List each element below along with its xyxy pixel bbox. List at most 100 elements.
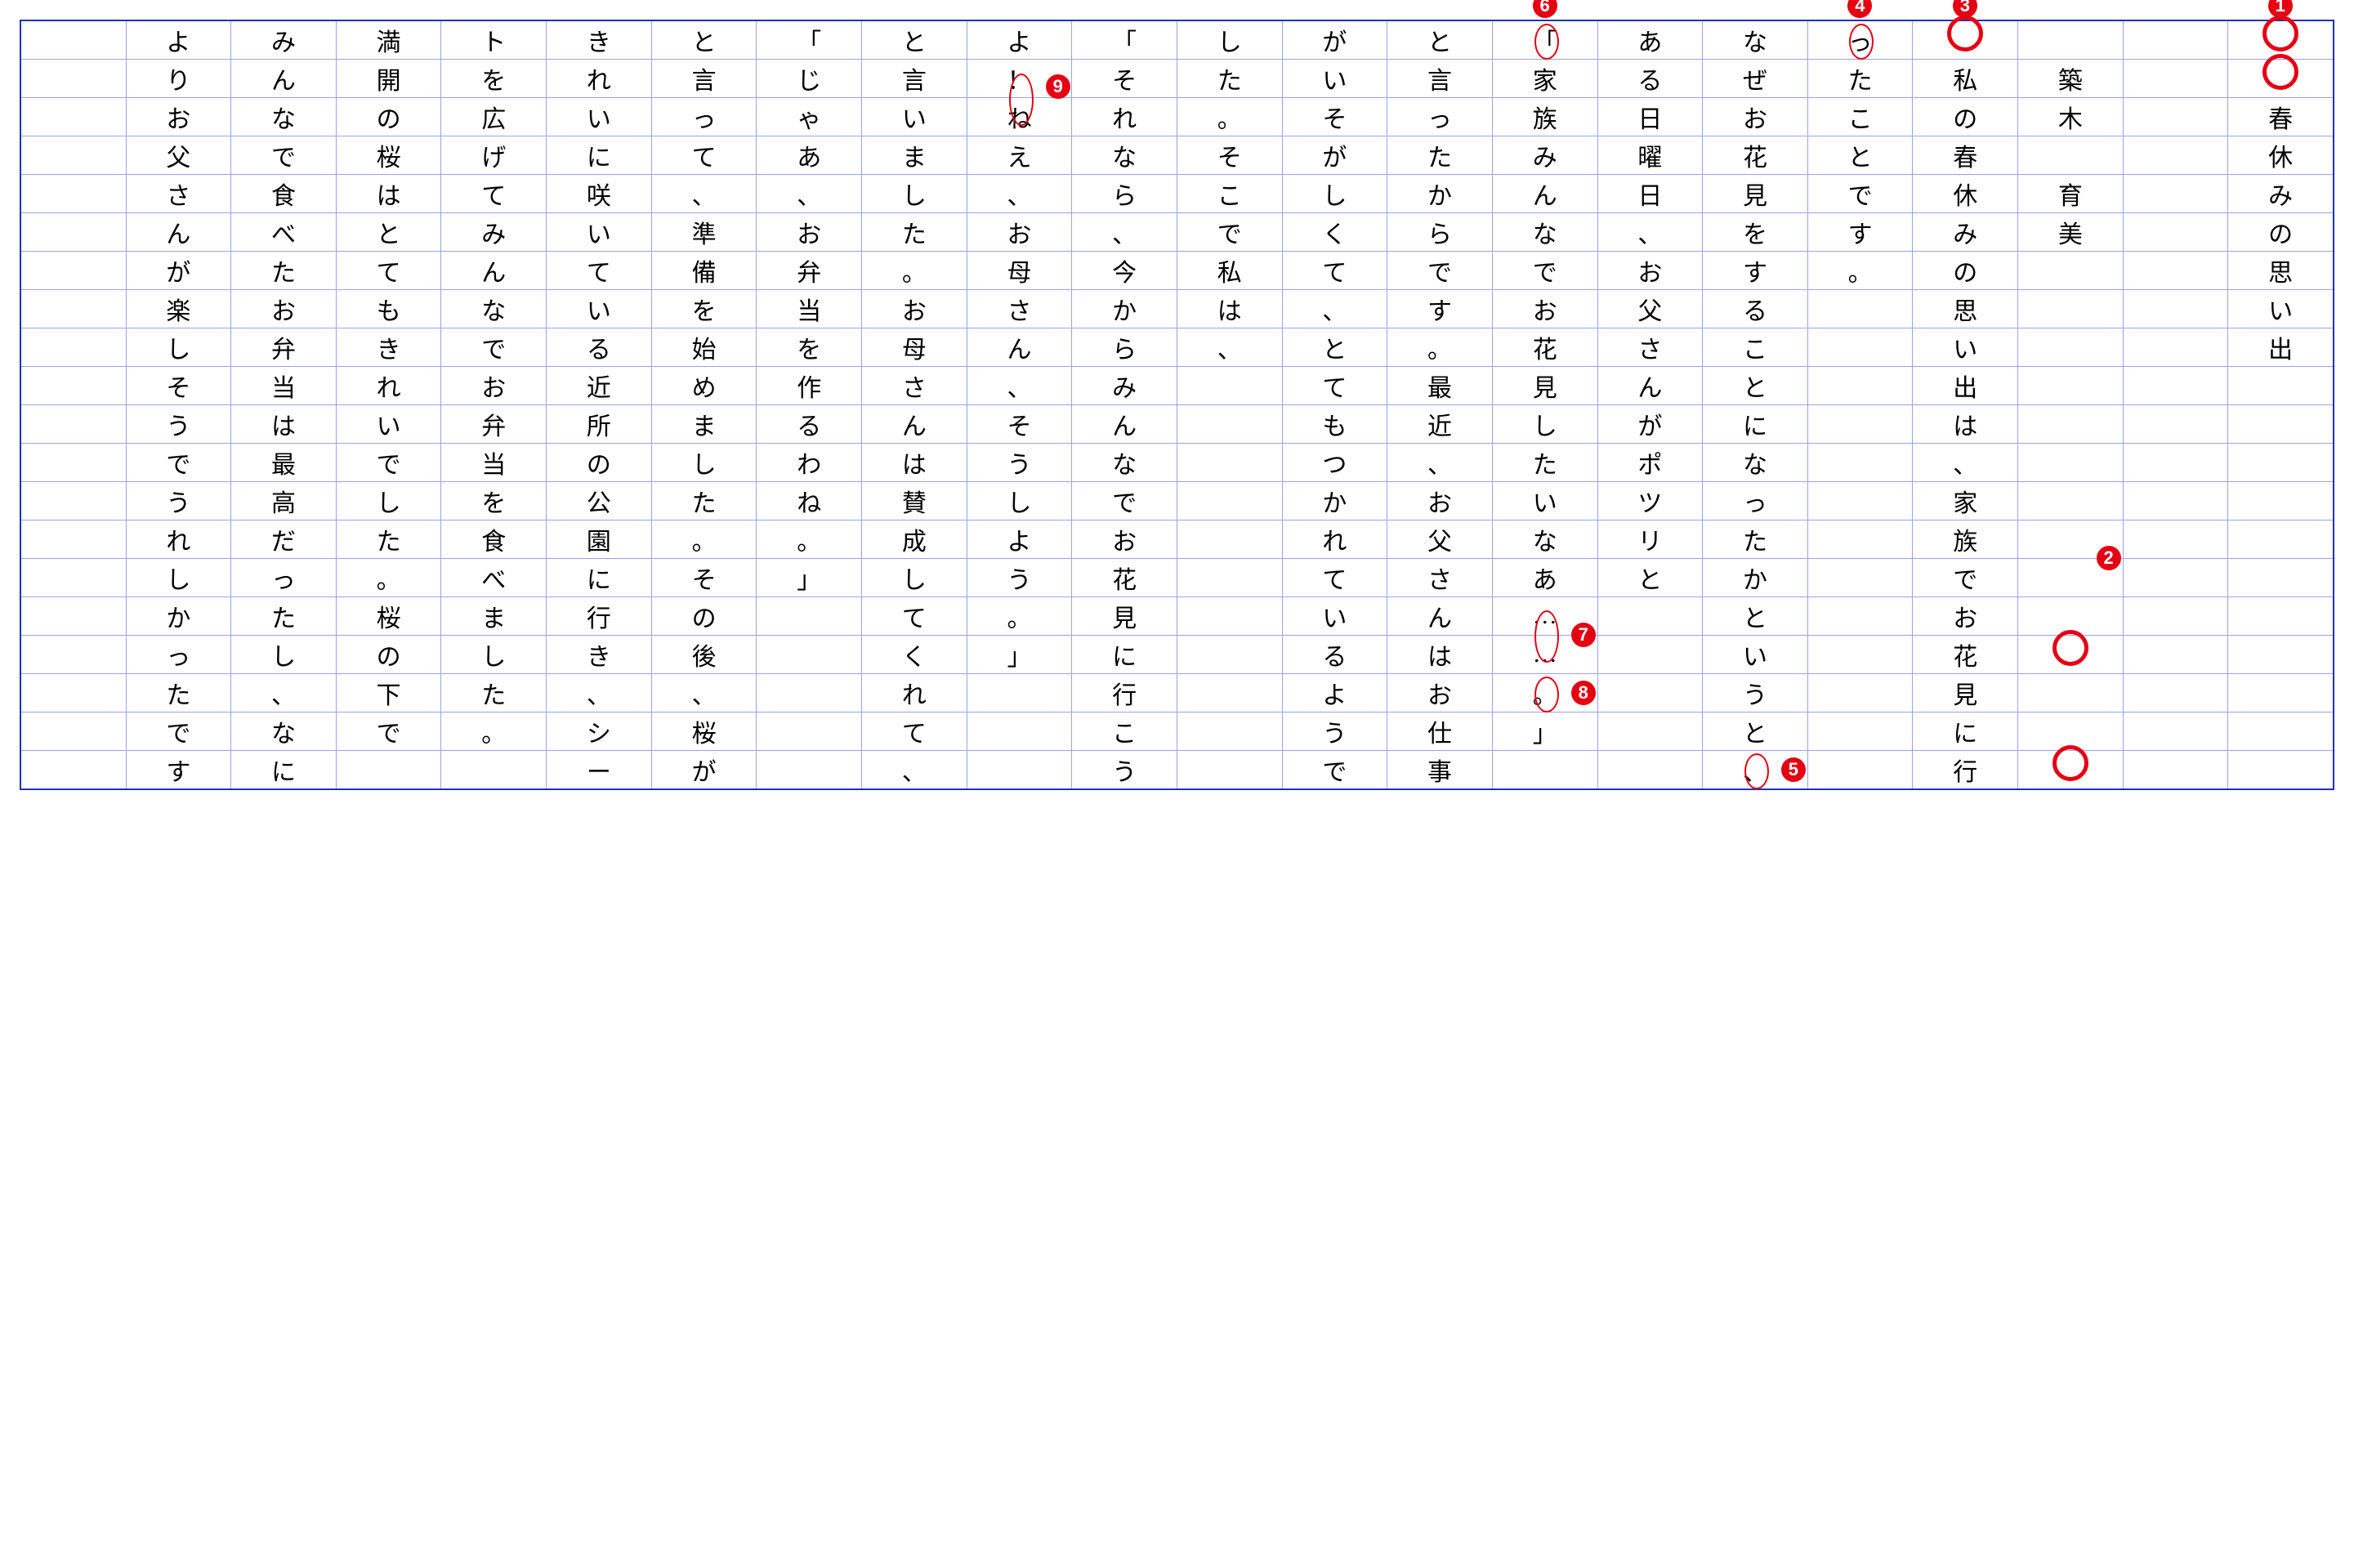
cell: さ — [1387, 559, 1492, 597]
cell: 弁 — [231, 328, 336, 367]
cell: 日 — [1598, 175, 1703, 213]
cell: 築 — [2018, 60, 2123, 98]
column: 「それなら、今からみんなでお花見に行こう — [1071, 21, 1177, 788]
cell: た — [1703, 520, 1807, 559]
cell: な — [1072, 136, 1177, 175]
cell: と — [1808, 136, 1913, 175]
cell: き — [547, 21, 651, 60]
cell: 花 — [1493, 328, 1597, 367]
cell — [2018, 252, 2123, 290]
cell: し — [652, 444, 757, 482]
cell: る — [1703, 290, 1807, 328]
cell: 日 — [1598, 98, 1703, 136]
cell: ん — [1072, 405, 1177, 444]
cell: ら — [1072, 175, 1177, 213]
cell: 行 — [547, 597, 651, 636]
cell: ん — [967, 328, 1072, 367]
cell: 近 — [547, 367, 651, 405]
cell: 思 — [2228, 252, 2333, 290]
cell — [1177, 636, 1282, 674]
cell: か — [1703, 559, 1807, 597]
cell: て — [441, 175, 546, 213]
cell — [1808, 520, 1913, 559]
cell — [2018, 636, 2123, 674]
cell — [2124, 482, 2228, 520]
cell — [21, 252, 126, 290]
cell: ん — [862, 405, 967, 444]
cell: い — [1493, 482, 1597, 520]
cell: 父 — [1598, 290, 1703, 328]
cell: れ — [1283, 520, 1387, 559]
cell: 族 — [1493, 98, 1597, 136]
cell: ん — [231, 60, 336, 98]
cell: み — [1072, 367, 1177, 405]
cell: み — [2228, 175, 2333, 213]
cell: だ — [231, 520, 336, 559]
cell: し — [862, 559, 967, 597]
cell — [1808, 559, 1913, 597]
cell: に — [547, 559, 651, 597]
cell — [2124, 21, 2228, 60]
cell: 見 — [1913, 674, 2017, 713]
cell — [21, 367, 126, 405]
cell: ま — [652, 405, 757, 444]
cell: い — [547, 213, 651, 252]
cell: お — [127, 98, 231, 136]
cell — [1177, 674, 1282, 713]
cell: も — [337, 290, 441, 328]
cell: 春 — [2228, 98, 2333, 136]
cell: 弁 — [757, 252, 861, 290]
cell: っ — [1808, 21, 1913, 60]
cell — [2228, 559, 2333, 597]
cell: 花 — [1913, 636, 2017, 674]
annotation-3: 3 — [1953, 0, 1977, 18]
cell — [967, 751, 1072, 788]
cell: っ — [231, 559, 336, 597]
cell — [2018, 136, 2123, 175]
cell: ね — [757, 482, 861, 520]
cell: お — [1072, 520, 1177, 559]
cell — [1808, 674, 1913, 713]
cell: 言 — [652, 60, 757, 98]
cell — [1808, 444, 1913, 482]
cell: 、 — [1283, 290, 1387, 328]
cell: 今 — [1072, 252, 1177, 290]
cell: で — [231, 136, 336, 175]
cell: げ — [441, 136, 546, 175]
cell: な — [1493, 213, 1597, 252]
cell: 、 — [231, 674, 336, 713]
cell: く — [1283, 213, 1387, 252]
cell — [21, 175, 126, 213]
column: と言いました。お母さんは賛成してくれて、 — [861, 21, 967, 788]
cell: き — [337, 328, 441, 367]
cell — [757, 751, 861, 788]
cell: ま — [862, 136, 967, 175]
cell: 美 — [2018, 213, 2123, 252]
cell: 桜 — [337, 597, 441, 636]
cell: 出 — [2228, 328, 2333, 367]
cell: 、 — [652, 674, 757, 713]
cell: す — [1808, 213, 1913, 252]
cell: 作 — [757, 367, 861, 405]
cell: 育 — [2018, 175, 2123, 213]
cell — [21, 751, 126, 788]
cell: お — [1493, 290, 1597, 328]
cell: 楽 — [127, 290, 231, 328]
cell — [21, 328, 126, 367]
cell: べ — [231, 213, 336, 252]
cell — [2018, 482, 2123, 520]
cell: 見 — [1703, 175, 1807, 213]
cell — [2124, 751, 2228, 788]
cell: そ — [652, 559, 757, 597]
cell: 仕 — [1387, 713, 1492, 751]
cell: に — [1703, 405, 1807, 444]
cell — [2228, 636, 2333, 674]
cell: と — [652, 21, 757, 60]
cell: よ — [967, 520, 1072, 559]
cell — [2124, 213, 2228, 252]
cell: い — [862, 98, 967, 136]
cell: そ — [127, 367, 231, 405]
cell — [2228, 367, 2333, 405]
cell — [2124, 367, 2228, 405]
column: と言って、準備を始めました。その後、桜が — [651, 21, 757, 788]
